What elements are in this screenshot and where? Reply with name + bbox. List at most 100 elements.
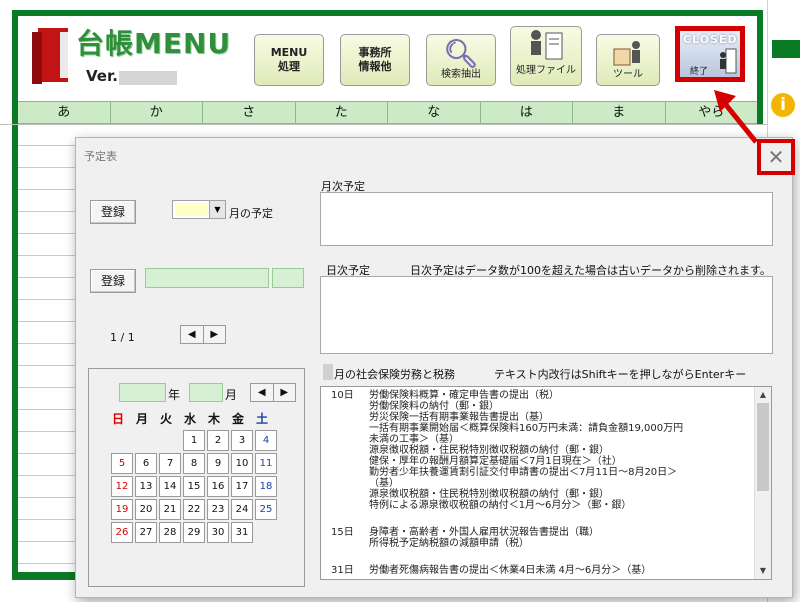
- kana-tab-na[interactable]: な: [388, 102, 481, 123]
- chevron-down-icon[interactable]: ▼: [209, 201, 225, 218]
- scroll-up-icon[interactable]: ▲: [756, 388, 770, 402]
- calendar-day[interactable]: 5: [111, 453, 133, 474]
- calendar-day[interactable]: 27: [135, 522, 157, 543]
- calendar-day[interactable]: 9: [207, 453, 229, 474]
- kana-tab-ha[interactable]: は: [481, 102, 573, 123]
- calendar-day[interactable]: 20: [135, 499, 157, 520]
- calendar-day[interactable]: 24: [231, 499, 253, 520]
- daily-subfield[interactable]: [272, 268, 304, 288]
- text-newline-note: テキスト内改行はShiftキーを押しながらEnterキー: [494, 368, 747, 381]
- kana-tab-sa[interactable]: さ: [203, 102, 296, 123]
- office-info-button[interactable]: 事務所 情報他: [340, 34, 410, 86]
- calendar-day[interactable]: 28: [159, 522, 181, 543]
- calendar-month-field[interactable]: [189, 383, 223, 402]
- calendar-day[interactable]: 29: [183, 522, 205, 543]
- schedule-item: 源泉徴収税額・住民税特別徴収税額の納付（郵・銀）: [369, 445, 609, 456]
- calendar-day[interactable]: 8: [183, 453, 205, 474]
- schedule-item: 労災保険一括有期事業報告書提出（基）: [369, 412, 549, 423]
- calendar-day[interactable]: 7: [159, 453, 181, 474]
- calendar-year-label: 年: [168, 388, 181, 402]
- calendar-day[interactable]: 2: [207, 430, 229, 451]
- divider-line: [0, 124, 767, 125]
- exit-person-icon: [720, 48, 737, 74]
- calendar-prev-button[interactable]: ◀: [251, 384, 274, 401]
- calendar-day[interactable]: 6: [135, 453, 157, 474]
- red-book-icon: [32, 28, 68, 84]
- register-daily-button[interactable]: 登録: [90, 269, 136, 293]
- register-month-button[interactable]: 登録: [90, 200, 136, 224]
- calendar-day[interactable]: 11: [255, 453, 277, 474]
- schedule-scrollbar[interactable]: ▲ ▼: [754, 387, 771, 579]
- kana-tab-a[interactable]: あ: [18, 102, 111, 123]
- calendar-year-field[interactable]: [119, 383, 166, 402]
- calendar-day[interactable]: 23: [207, 499, 229, 520]
- kana-tab-ka[interactable]: か: [111, 102, 203, 123]
- app-root: i 台帳MENU Ver. MENU 処理 事務所 情報他 🔍︎ 検索抽出 処理…: [0, 0, 800, 602]
- calendar-day[interactable]: 3: [231, 430, 253, 451]
- scroll-down-icon[interactable]: ▼: [756, 564, 770, 578]
- calendar-day[interactable]: 15: [183, 476, 205, 497]
- calendar-day[interactable]: 14: [159, 476, 181, 497]
- closed-label: CLOSED: [683, 33, 738, 46]
- header: 台帳MENU Ver. MENU 処理 事務所 情報他 🔍︎ 検索抽出 処理ファ…: [18, 16, 757, 96]
- calendar-day[interactable]: 21: [159, 499, 181, 520]
- menu-process-button[interactable]: MENU 処理: [254, 34, 324, 86]
- calendar-day[interactable]: 25: [255, 499, 277, 520]
- tools-caption: ツール: [613, 69, 643, 80]
- daily-date-field[interactable]: [145, 268, 269, 288]
- process-file-button[interactable]: 処理ファイル: [510, 26, 582, 86]
- page-indicator: 1 / 1: [110, 331, 135, 344]
- calendar-day[interactable]: 26: [111, 522, 133, 543]
- calendar-day[interactable]: 19: [111, 499, 133, 520]
- social-checkbox[interactable]: [323, 364, 333, 380]
- search-extract-button[interactable]: 🔍︎ 検索抽出: [426, 34, 496, 86]
- schedule-dialog: 予定表 登録 ▼ 月の予定 月次予定 登録 日次予定 日次予定はデータ数が100…: [75, 137, 793, 598]
- page-nav: ◀ ▶: [180, 325, 226, 344]
- calendar-day[interactable]: 16: [207, 476, 229, 497]
- month-select[interactable]: ▼: [172, 200, 226, 219]
- schedule-item: 特例による源泉徴収税額の納付＜1月～6月分＞（郵・銀）: [369, 500, 632, 511]
- magnifier-icon: 🔍︎: [443, 37, 479, 70]
- schedule-day: 15日: [331, 527, 354, 538]
- kana-index-tabs: あ か さ た な は ま やら: [18, 101, 757, 124]
- prev-page-button[interactable]: ◀: [181, 326, 204, 343]
- schedule-item: 未満の工事＞（基）: [369, 434, 459, 445]
- kana-tab-ma[interactable]: ま: [573, 102, 666, 123]
- kana-tab-ta[interactable]: た: [296, 102, 388, 123]
- next-page-button[interactable]: ▶: [204, 326, 226, 343]
- calendar-day[interactable]: 10: [231, 453, 253, 474]
- calendar-day[interactable]: 17: [231, 476, 253, 497]
- weekday-tue: 火: [159, 412, 172, 426]
- version-value-redacted: [119, 71, 177, 85]
- daily-plan-textarea[interactable]: [320, 276, 773, 354]
- calendar-month-label: 月: [225, 388, 238, 402]
- calendar-day[interactable]: 4: [255, 430, 277, 451]
- weekday-sat: 土: [255, 412, 268, 426]
- weekday-sun: 日: [111, 412, 124, 426]
- calendar-day[interactable]: 13: [135, 476, 157, 497]
- calendar-day[interactable]: 18: [255, 476, 277, 497]
- schedule-item: 労働保険料概算・確定申告書の提出（税）: [369, 390, 559, 401]
- scroll-thumb[interactable]: [757, 403, 769, 491]
- calendar-day[interactable]: 12: [111, 476, 133, 497]
- calendar-day[interactable]: 22: [183, 499, 205, 520]
- schedule-item: 勤労者少年扶養運賃割引証交付申請書の提出＜7月11日～8月20日＞: [369, 467, 678, 478]
- office-button-line2: 情報他: [358, 60, 392, 73]
- schedule-list[interactable]: 10日 労働保険料概算・確定申告書の提出（税） 労働保険料の納付（郵・銀） 労災保険一…: [320, 386, 772, 580]
- schedule-day: 10日: [331, 390, 354, 401]
- app-logo-text: 台帳MENU: [76, 27, 232, 60]
- schedule-item: 健保・厚年の報酬月額算定基礎届＜7月1日現在＞（社）: [369, 456, 622, 467]
- calendar-day[interactable]: 31: [231, 522, 253, 543]
- tools-button[interactable]: ツール: [596, 34, 660, 86]
- weekday-mon: 月: [135, 412, 148, 426]
- calendar-day[interactable]: 30: [207, 522, 229, 543]
- calendar-next-button[interactable]: ▶: [274, 384, 296, 401]
- weekday-fri: 金: [231, 412, 244, 426]
- social-insurance-label: 月の社会保険労務と税務: [334, 368, 455, 381]
- closed-exit-button[interactable]: CLOSED 終了: [675, 26, 745, 82]
- calendar-day[interactable]: 1: [183, 430, 205, 451]
- monthly-plan-textarea[interactable]: [320, 192, 773, 246]
- version-label: Ver.: [86, 67, 118, 85]
- info-icon[interactable]: i: [771, 93, 795, 117]
- month-select-value: [175, 203, 208, 216]
